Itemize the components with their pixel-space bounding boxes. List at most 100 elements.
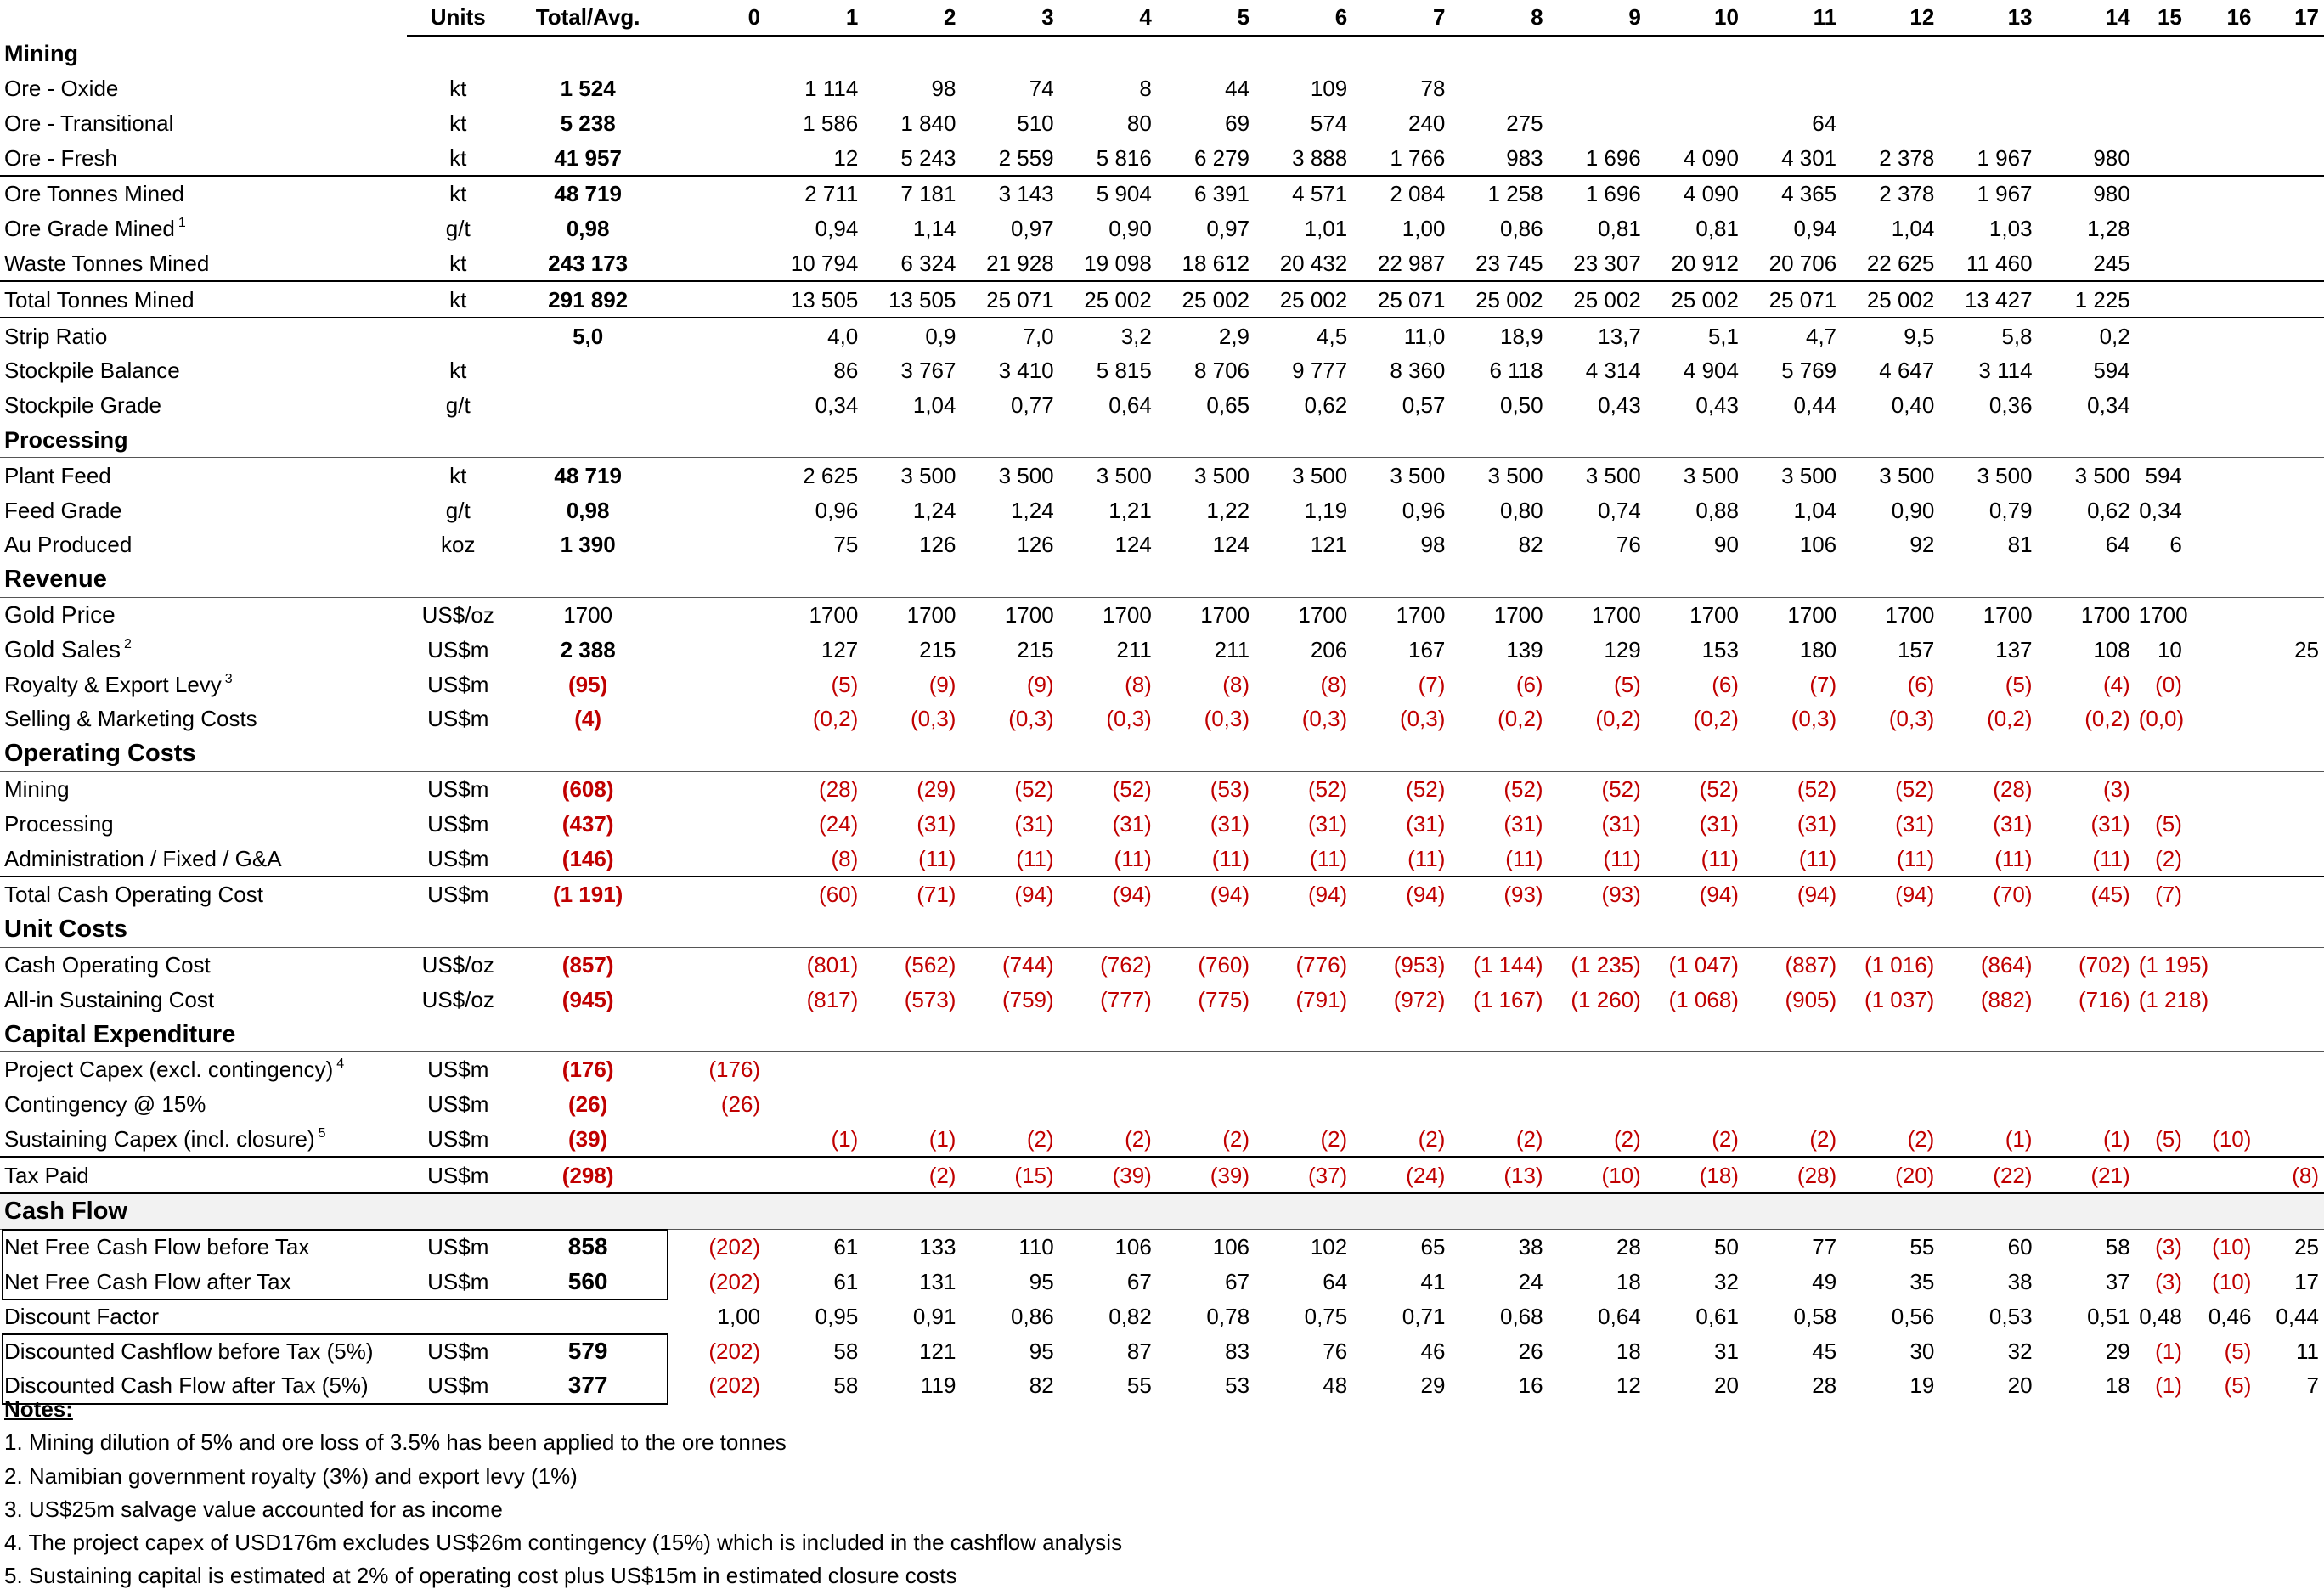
year-11-value: 5 769 xyxy=(1781,358,1837,384)
year-15-value: 10 xyxy=(2157,636,2182,662)
row-label-text: Gold Price xyxy=(4,600,116,628)
year-0-value xyxy=(667,597,765,632)
year-8-value: (52) xyxy=(1503,775,1543,802)
year-2-value: 3 767 xyxy=(900,358,956,384)
section-filler xyxy=(1255,36,1352,71)
section-filler xyxy=(1352,911,1451,948)
year-9-value: (93) xyxy=(1548,875,1646,912)
year-13-value: 81 xyxy=(2007,532,2033,558)
year-2-value: 1700 xyxy=(906,601,956,628)
section-filler xyxy=(407,736,511,772)
section-filler xyxy=(2135,1017,2187,1052)
year-1-value: 2 625 xyxy=(803,462,859,488)
year-11-value: 3 500 xyxy=(1781,462,1837,488)
section-filler xyxy=(1352,1017,1451,1052)
year-15-value: (7) xyxy=(2135,875,2187,912)
row-label: Discount Factor xyxy=(0,1299,407,1333)
year-17-value xyxy=(2256,702,2324,736)
year-1-value: 86 xyxy=(833,358,859,384)
year-16-value: (5) xyxy=(2224,1338,2252,1364)
section-filler xyxy=(407,1017,511,1052)
section-filler xyxy=(765,736,864,772)
row-label-text: Total Tonnes Mined xyxy=(4,286,195,313)
year-0-value xyxy=(666,174,766,211)
year-13-value: 38 xyxy=(2007,1269,2033,1295)
year-9-value: (11) xyxy=(1603,845,1641,871)
year-11-value: 106 xyxy=(1799,532,1837,558)
header-year: 9 xyxy=(1548,0,1646,37)
year-8-value: 983 xyxy=(1506,144,1543,171)
year-10-value: (11) xyxy=(1701,845,1739,871)
year-14-value: 18 xyxy=(2105,1372,2130,1399)
year-8-value: 3 500 xyxy=(1487,462,1543,488)
year-5-value: 8 706 xyxy=(1193,358,1250,384)
section-filler xyxy=(510,36,666,71)
table-row-project-capex-excl-contingency: Project Capex (excl. contingency) 4 US$m (1… xyxy=(0,1051,2324,1086)
section-filler xyxy=(2186,911,2257,948)
year-5-value: 44 xyxy=(1225,75,1250,101)
year-11-value: 0,94 xyxy=(1793,216,1837,242)
year-9-value: (2) xyxy=(1614,1125,1641,1152)
section-filler xyxy=(961,1017,1059,1052)
row-unit: US$m xyxy=(427,1091,489,1118)
table-body: Mining Ore - Oxide kt 1 524 1 114 98 74 8 44 109 7… xyxy=(0,36,2324,1403)
row-label-text: All-in Sustaining Cost xyxy=(4,986,215,1012)
year-2-value: 1,04 xyxy=(912,392,956,419)
section-filler xyxy=(1743,911,1842,948)
year-15-value xyxy=(2135,353,2187,388)
year-0-value xyxy=(667,246,765,282)
year-6-value: (776) xyxy=(1295,951,1348,978)
year-6-value: 0,75 xyxy=(1304,1303,1348,1329)
section-filler xyxy=(407,36,510,71)
row-total: 1700 xyxy=(563,601,613,628)
section-filler xyxy=(1939,1017,2038,1052)
year-15-value: (1 195) xyxy=(2138,951,2209,978)
row-label: Stockpile Balance xyxy=(0,353,407,388)
section-filler xyxy=(961,1192,1059,1230)
year-13-value: 137 xyxy=(1995,636,2033,662)
year-15-value: (3) xyxy=(2155,1234,2182,1260)
year-16-value xyxy=(2187,806,2257,841)
year-17-value xyxy=(2256,71,2324,106)
year-6-value xyxy=(1255,1051,1352,1086)
year-13-value: (28) xyxy=(1993,775,2033,802)
year-3-value: 0,77 xyxy=(1011,392,1054,419)
year-4-value: 5 816 xyxy=(1096,144,1152,171)
year-10-value: (94) xyxy=(1645,875,1744,912)
year-11-value: 0,58 xyxy=(1793,1303,1837,1329)
year-6-value: 1,01 xyxy=(1304,216,1348,242)
section-filler xyxy=(961,422,1059,459)
year-1-value: (817) xyxy=(806,986,859,1012)
year-3-value xyxy=(961,1087,1058,1122)
section-filler xyxy=(765,1017,864,1052)
header-year: 12 xyxy=(1842,0,1940,37)
year-2-value: 0,9 xyxy=(863,317,962,353)
year-13-value: (0,2) xyxy=(1987,706,2033,732)
year-0-value xyxy=(667,353,765,388)
year-11-value: 49 xyxy=(1812,1269,1837,1295)
year-13-value xyxy=(1939,1087,2037,1122)
header-year: 13 xyxy=(1939,0,2038,37)
year-10-value: 31 xyxy=(1714,1338,1739,1364)
section-filler xyxy=(666,736,766,772)
year-6-value: 9 777 xyxy=(1292,358,1348,384)
year-14-value xyxy=(2038,71,2135,106)
row-label: Processing xyxy=(0,806,407,841)
section-filler xyxy=(1548,1192,1646,1230)
table-row-discounted-cashflow-before-tax-5: Discounted Cashflow before Tax (5%) US$m 5… xyxy=(0,1333,2324,1368)
year-5-value: (775) xyxy=(1198,986,1250,1012)
year-14-value: (21) xyxy=(2037,1156,2135,1194)
year-8-value: 0,86 xyxy=(1499,216,1543,242)
cashflow-table: Units Total/Avg. 0 1 2 3 4 5 6 7 8 9 10 … xyxy=(0,0,2324,1403)
year-12-value: 1,04 xyxy=(1891,216,1935,242)
section-filler xyxy=(2135,1192,2187,1230)
year-7-value: (972) xyxy=(1393,986,1446,1012)
year-13-value: (31) xyxy=(1993,810,2033,837)
year-7-value: 1700 xyxy=(1396,601,1446,628)
year-2-value: 0,91 xyxy=(912,1303,956,1329)
year-17-value xyxy=(2256,458,2324,493)
header-year: 16 xyxy=(2186,0,2257,37)
year-13-value: 1 967 xyxy=(1977,144,2033,171)
year-8-value: (1 167) xyxy=(1473,986,1543,1012)
footnote-ref: 4 xyxy=(336,1057,345,1072)
